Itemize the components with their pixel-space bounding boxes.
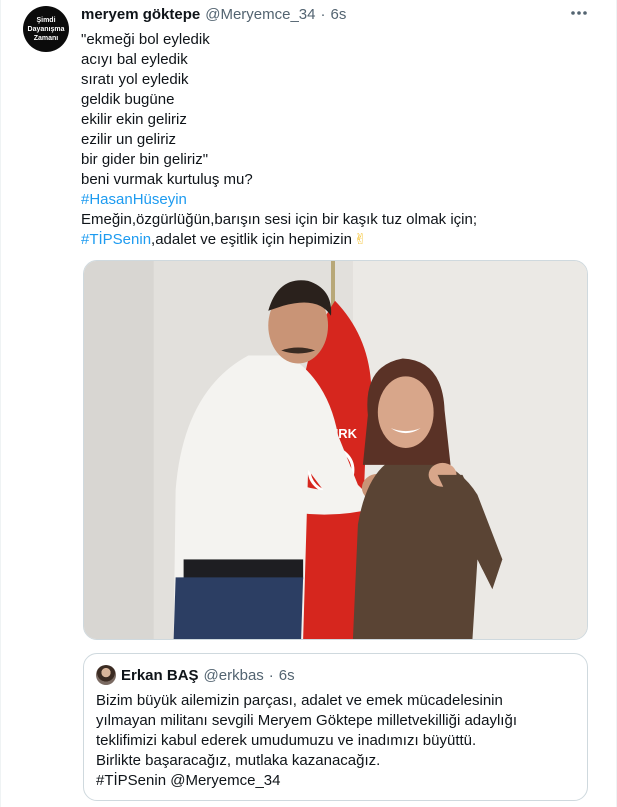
quoted-author-avatar: [96, 665, 116, 685]
tweet-line: beni vurmak kurtuluş mu?: [81, 171, 253, 188]
tweet-header: meryem göktepe @Meryemce_34 · 6s: [81, 0, 591, 26]
author-handle[interactable]: @Meryemce_34: [205, 6, 315, 23]
quoted-tweet-time: 6s: [278, 666, 295, 684]
tweet-line: acıyı bal eyledik: [81, 51, 188, 68]
quoted-tweet-text: Bizim büyük ailemizin parçası, adalet ve…: [96, 691, 575, 791]
separator-dot: ·: [320, 6, 326, 23]
photo-image: TÜRK: [84, 261, 587, 639]
hashtag-link[interactable]: #HasanHüseyin: [81, 190, 591, 210]
quoted-line-last: #TİPSenin @Meryemce_34: [96, 771, 575, 791]
avatar-text-line: Şimdi: [36, 16, 56, 24]
tweet-photo[interactable]: TÜRK: [83, 260, 588, 640]
tweet[interactable]: Şimdi Dayanışma Zamanı meryem göktepe @M…: [0, 0, 617, 807]
hashtag-link[interactable]: #TİPSenin: [81, 231, 151, 248]
author-name[interactable]: meryem göktepe: [81, 6, 200, 23]
tweet-time[interactable]: 6s: [331, 6, 347, 23]
more-options-button[interactable]: [568, 7, 590, 23]
author-avatar[interactable]: Şimdi Dayanışma Zamanı: [23, 6, 69, 52]
tweet-line: geldik bugüne: [81, 91, 175, 108]
quoted-line: Birlikte başaracağız, mutlaka kazanacağı…: [96, 752, 381, 769]
tweet-line: "ekmeği bol eyledik: [81, 31, 210, 48]
tweet-line-end: ,adalet ve eşitlik için hepimizin: [151, 231, 352, 248]
victory-hand-icon: ✌: [353, 231, 367, 248]
tweet-line: sıratı yol eyledik: [81, 71, 189, 88]
quoted-line: yılmayan militanı sevgili Meryem Göktepe…: [96, 712, 517, 729]
tweet-line: ezilir un geliriz: [81, 131, 177, 148]
tweet-text: "ekmeği bol eyledik acıyı bal eyledik sı…: [81, 30, 591, 250]
quoted-mention: @Meryemce_34: [170, 772, 281, 789]
tweet-line: Emeğin,özgürlüğün,barışın sesi için bir …: [81, 211, 478, 228]
tweet-line: ekilir ekin geliriz: [81, 111, 187, 128]
more-horizontal-icon: [571, 11, 587, 15]
quoted-tweet[interactable]: Erkan BAŞ @erkbas · 6s Bizim büyük ailem…: [83, 653, 588, 801]
tweet-content: meryem göktepe @Meryemce_34 · 6s "ekmeği…: [81, 0, 591, 250]
separator-dot: ·: [268, 666, 274, 684]
avatar-text-line: Zamanı: [33, 34, 59, 42]
quoted-author-name: Erkan BAŞ: [121, 666, 199, 684]
quoted-line: teklifimizi kabul ederek umudumuzu ve in…: [96, 732, 477, 749]
tweet-line: bir gider bin geliriz": [81, 151, 209, 168]
tweet-line-last: #TİPSenin,adalet ve eşitlik için hepimiz…: [81, 230, 591, 250]
quoted-line: Bizim büyük ailemizin parçası, adalet ve…: [96, 692, 503, 709]
avatar-text-line: Dayanışma: [27, 25, 65, 33]
quoted-author-handle: @erkbas: [203, 666, 264, 684]
quoted-hashtag: #TİPSenin: [96, 772, 167, 789]
quoted-tweet-header: Erkan BAŞ @erkbas · 6s: [96, 665, 575, 685]
